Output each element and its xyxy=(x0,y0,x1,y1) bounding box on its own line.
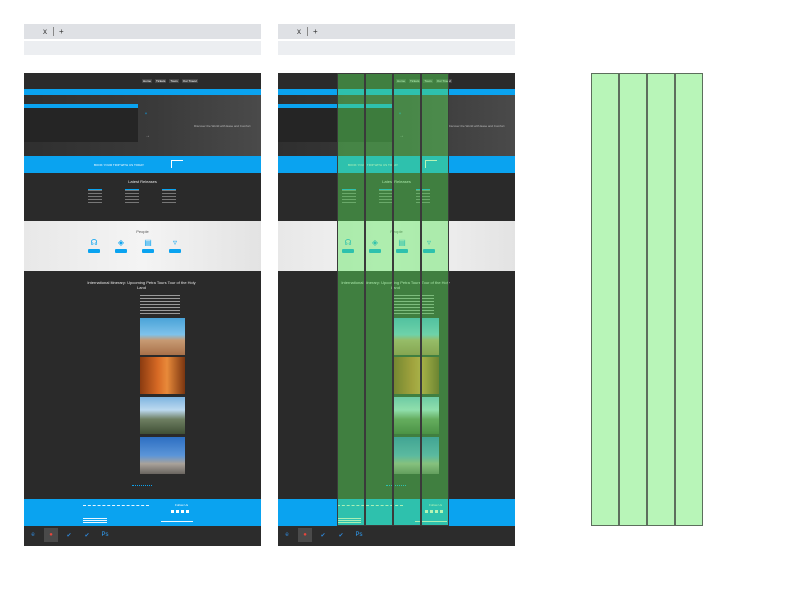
cta-text: BOOK YOUR TRIP WITH US TODAY xyxy=(94,163,145,167)
cta-button[interactable] xyxy=(171,160,183,168)
feature-2: ▤ xyxy=(142,238,154,253)
new-tab-icon[interactable]: + xyxy=(59,24,64,39)
site-hero: “ Discover the World with Ease and Comfo… xyxy=(24,95,261,156)
edge-icon[interactable]: e xyxy=(26,528,40,542)
overlay-column-2 xyxy=(365,73,393,526)
feature-0: ☊ xyxy=(88,238,100,253)
left-tab-controls: x + xyxy=(43,24,261,39)
nav-button-1[interactable]: Tickets xyxy=(155,79,167,83)
features-section: People ☊ ◈ ▤ ▿ xyxy=(24,221,261,271)
footer-social-label: Follow Us xyxy=(175,503,189,507)
footer-links[interactable] xyxy=(83,505,149,507)
document-icon: ▤ xyxy=(144,238,152,247)
nav-button-2[interactable]: Tours xyxy=(169,79,179,83)
site-footer: Follow Us xyxy=(24,499,261,526)
taskbar-right: e ● ✔ ✔ Ps xyxy=(278,526,515,546)
release-column-3[interactable] xyxy=(162,189,176,204)
photo-jerusalem-dome[interactable] xyxy=(140,437,185,474)
site-nav-buttons: Home Tickets Tours Our Travel xyxy=(142,79,198,83)
feature-button-2[interactable] xyxy=(142,249,154,253)
overlay-column-4 xyxy=(421,73,449,526)
release-column-1[interactable] xyxy=(88,189,102,204)
hero-title: Discover the World with Ease and Comfort xyxy=(448,124,505,128)
footer-social-icons[interactable] xyxy=(171,510,191,513)
feature-1: ◈ xyxy=(115,238,127,253)
tour-title: International Itinerary: Upcoming Petra … xyxy=(87,280,196,290)
photoshop-icon[interactable]: Ps xyxy=(98,528,112,542)
hero-panel xyxy=(24,104,138,142)
footer-contact xyxy=(83,518,107,523)
left-tab-bar: x + xyxy=(24,24,261,39)
vscode-icon-2[interactable]: ✔ xyxy=(80,528,94,542)
photo-petra-landscape[interactable] xyxy=(140,318,185,355)
vscode-icon-1[interactable]: ✔ xyxy=(62,528,76,542)
headphones-icon: ☊ xyxy=(90,238,98,247)
footer-phone xyxy=(161,521,193,522)
latest-releases-section: Latest Releases xyxy=(24,173,261,221)
vscode-icon-1[interactable]: ✔ xyxy=(316,528,330,542)
feature-button-1[interactable] xyxy=(115,249,127,253)
hero-arrow-icon[interactable]: → xyxy=(145,133,150,139)
new-tab-icon[interactable]: + xyxy=(313,24,318,39)
right-address-bar[interactable] xyxy=(278,41,515,55)
vscode-icon-2[interactable]: ✔ xyxy=(334,528,348,542)
microphone-icon: ▿ xyxy=(172,238,177,247)
right-tab-controls: x + xyxy=(297,24,515,39)
feature-button-0[interactable] xyxy=(88,249,100,253)
hero-quote-icon: “ xyxy=(145,113,147,119)
latest-title: Latest Releases xyxy=(128,179,157,184)
overlay-column-1 xyxy=(337,73,365,526)
cta-bar: BOOK YOUR TRIP WITH US TODAY xyxy=(24,156,261,173)
photo-amman-city[interactable] xyxy=(140,397,185,434)
taskbar-left: e ● ✔ ✔ Ps xyxy=(24,526,261,546)
shield-icon: ◈ xyxy=(117,238,125,247)
hero-title: Discover the World with Ease and Comfort xyxy=(194,124,251,128)
photoshop-icon[interactable]: Ps xyxy=(352,528,366,542)
site-nav: Home Tickets Tours Our Travel xyxy=(24,73,261,89)
right-tab-bar: x + xyxy=(278,24,515,39)
nav-button-3[interactable]: Our Travel xyxy=(181,79,198,83)
chrome-icon[interactable]: ● xyxy=(44,528,58,542)
edge-icon[interactable]: e xyxy=(280,528,294,542)
website-page-left: Home Tickets Tours Our Travel “ Discover th… xyxy=(24,73,261,526)
grid-column-2 xyxy=(619,73,647,526)
grid-column-4 xyxy=(675,73,703,526)
tour-pagination[interactable] xyxy=(132,485,152,487)
left-address-bar[interactable] xyxy=(24,41,261,55)
close-tab-icon[interactable]: x xyxy=(297,24,301,39)
nav-button-0[interactable]: Home xyxy=(142,79,153,83)
feature-3: ▿ xyxy=(169,238,181,253)
tours-section: International Itinerary: Upcoming Petra … xyxy=(24,271,261,499)
feature-button-3[interactable] xyxy=(169,249,181,253)
photo-petra-treasury[interactable] xyxy=(140,357,185,394)
overlay-column-3 xyxy=(393,73,421,526)
release-column-2[interactable] xyxy=(125,189,139,204)
close-tab-icon[interactable]: x xyxy=(43,24,47,39)
chrome-icon[interactable]: ● xyxy=(298,528,312,542)
tour-details xyxy=(140,295,180,314)
features-title: People xyxy=(136,229,149,234)
grid-column-3 xyxy=(647,73,675,526)
features-row: ☊ ◈ ▤ ▿ xyxy=(88,238,181,253)
grid-column-1 xyxy=(591,73,619,526)
